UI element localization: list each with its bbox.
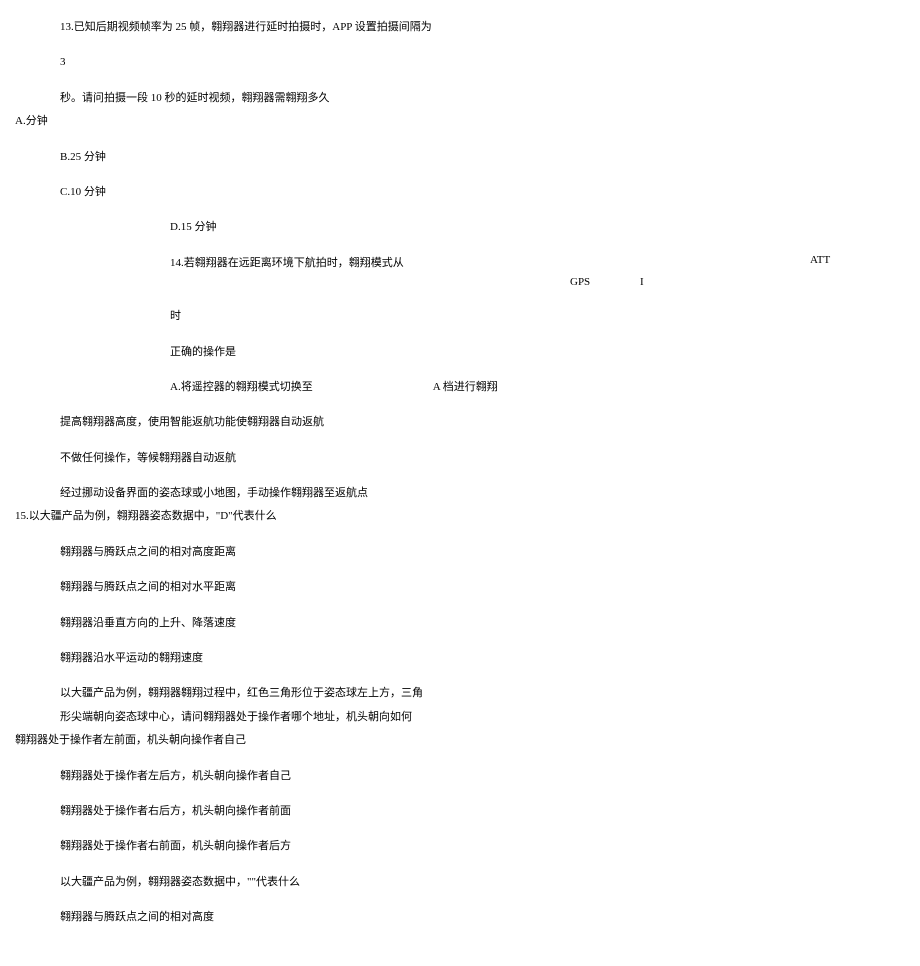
- q17-opt-a: 翱翔器与腾跃点之间的相对高度: [60, 910, 905, 925]
- q13-opt-a: A.分钟: [15, 114, 905, 129]
- q15-opt-d: 翱翔器沿水平运动的翱翔速度: [60, 651, 905, 666]
- q14-stem-prefix: 14.若翱翔器在远距离环境下航拍时，翱翔模式从: [170, 257, 404, 269]
- q14-opt-a-left: A.将遥控器的翱翔模式切换至: [170, 380, 313, 395]
- q16-opt-d: 翱翔器处于操作者右前面，机头朝向操作者后方: [60, 839, 905, 854]
- q14-att-label: ATT: [810, 253, 830, 268]
- q16-stem-l1: 以大疆产品为例，翱翔器翱翔过程中，红色三角形位于姿态球左上方，三角: [60, 686, 905, 701]
- q16-opt-c: 翱翔器处于操作者右后方，机头朝向操作者前面: [60, 804, 905, 819]
- q13-opt-c: C.10 分钟: [60, 185, 905, 200]
- q13-stem-l3: 秒。请问拍摄一段 10 秒的延时视频，翱翔器需翱翔多久: [60, 91, 905, 106]
- q14-opt-d: 经过挪动设备界面的姿态球或小地图，手动操作翱翔器至返航点: [60, 486, 905, 501]
- q15-stem: 15.以大疆产品为例，翱翔器姿态数据中，"D"代表什么: [15, 509, 905, 524]
- q17-stem: 以大疆产品为例，翱翔器姿态数据中，""代表什么: [60, 875, 905, 890]
- q13-stem-l1: 13.已知后期视频帧率为 25 帧，翱翔器进行延时拍摄时，APP 设置拍摄间隔为: [60, 20, 905, 35]
- q14-i-label: I: [640, 275, 644, 290]
- q14-stem-line2: GPS I ATT: [15, 275, 905, 289]
- q14-correct: 正确的操作是: [170, 345, 905, 360]
- q16-stem-l2: 形尖端朝向姿态球中心，请问翱翔器处于操作者哪个地址，机头朝向如何: [60, 710, 905, 725]
- q14-opt-c: 不做任何操作，等候翱翔器自动返航: [60, 451, 905, 466]
- q16-opt-b: 翱翔器处于操作者左后方，机头朝向操作者自己: [60, 769, 905, 784]
- q14-shi: 时: [170, 309, 905, 324]
- q15-opt-a: 翱翔器与腾跃点之间的相对高度距离: [60, 545, 905, 560]
- q14-stem-line1: 14.若翱翔器在远距离环境下航拍时，翱翔模式从 模式进入 模式，此: [170, 256, 905, 271]
- q14-gps-label: GPS: [570, 275, 590, 290]
- q13-opt-d: D.15 分钟: [170, 220, 905, 235]
- q13-opt-b: B.25 分钟: [60, 150, 905, 165]
- q14-opt-a-right: A 档进行翱翔: [433, 380, 498, 395]
- q15-opt-c: 翱翔器沿垂直方向的上升、降落速度: [60, 616, 905, 631]
- q16-opt-a: 翱翔器处于操作者左前面，机头朝向操作者自己: [15, 733, 905, 748]
- q13-stem-l2: 3: [60, 55, 905, 70]
- q14-opt-b: 提高翱翔器高度，使用智能返航功能使翱翔器自动返航: [60, 415, 905, 430]
- q15-opt-b: 翱翔器与腾跃点之间的相对水平距离: [60, 580, 905, 595]
- q14-opt-a: A.将遥控器的翱翔模式切换至 A 档进行翱翔: [170, 380, 905, 395]
